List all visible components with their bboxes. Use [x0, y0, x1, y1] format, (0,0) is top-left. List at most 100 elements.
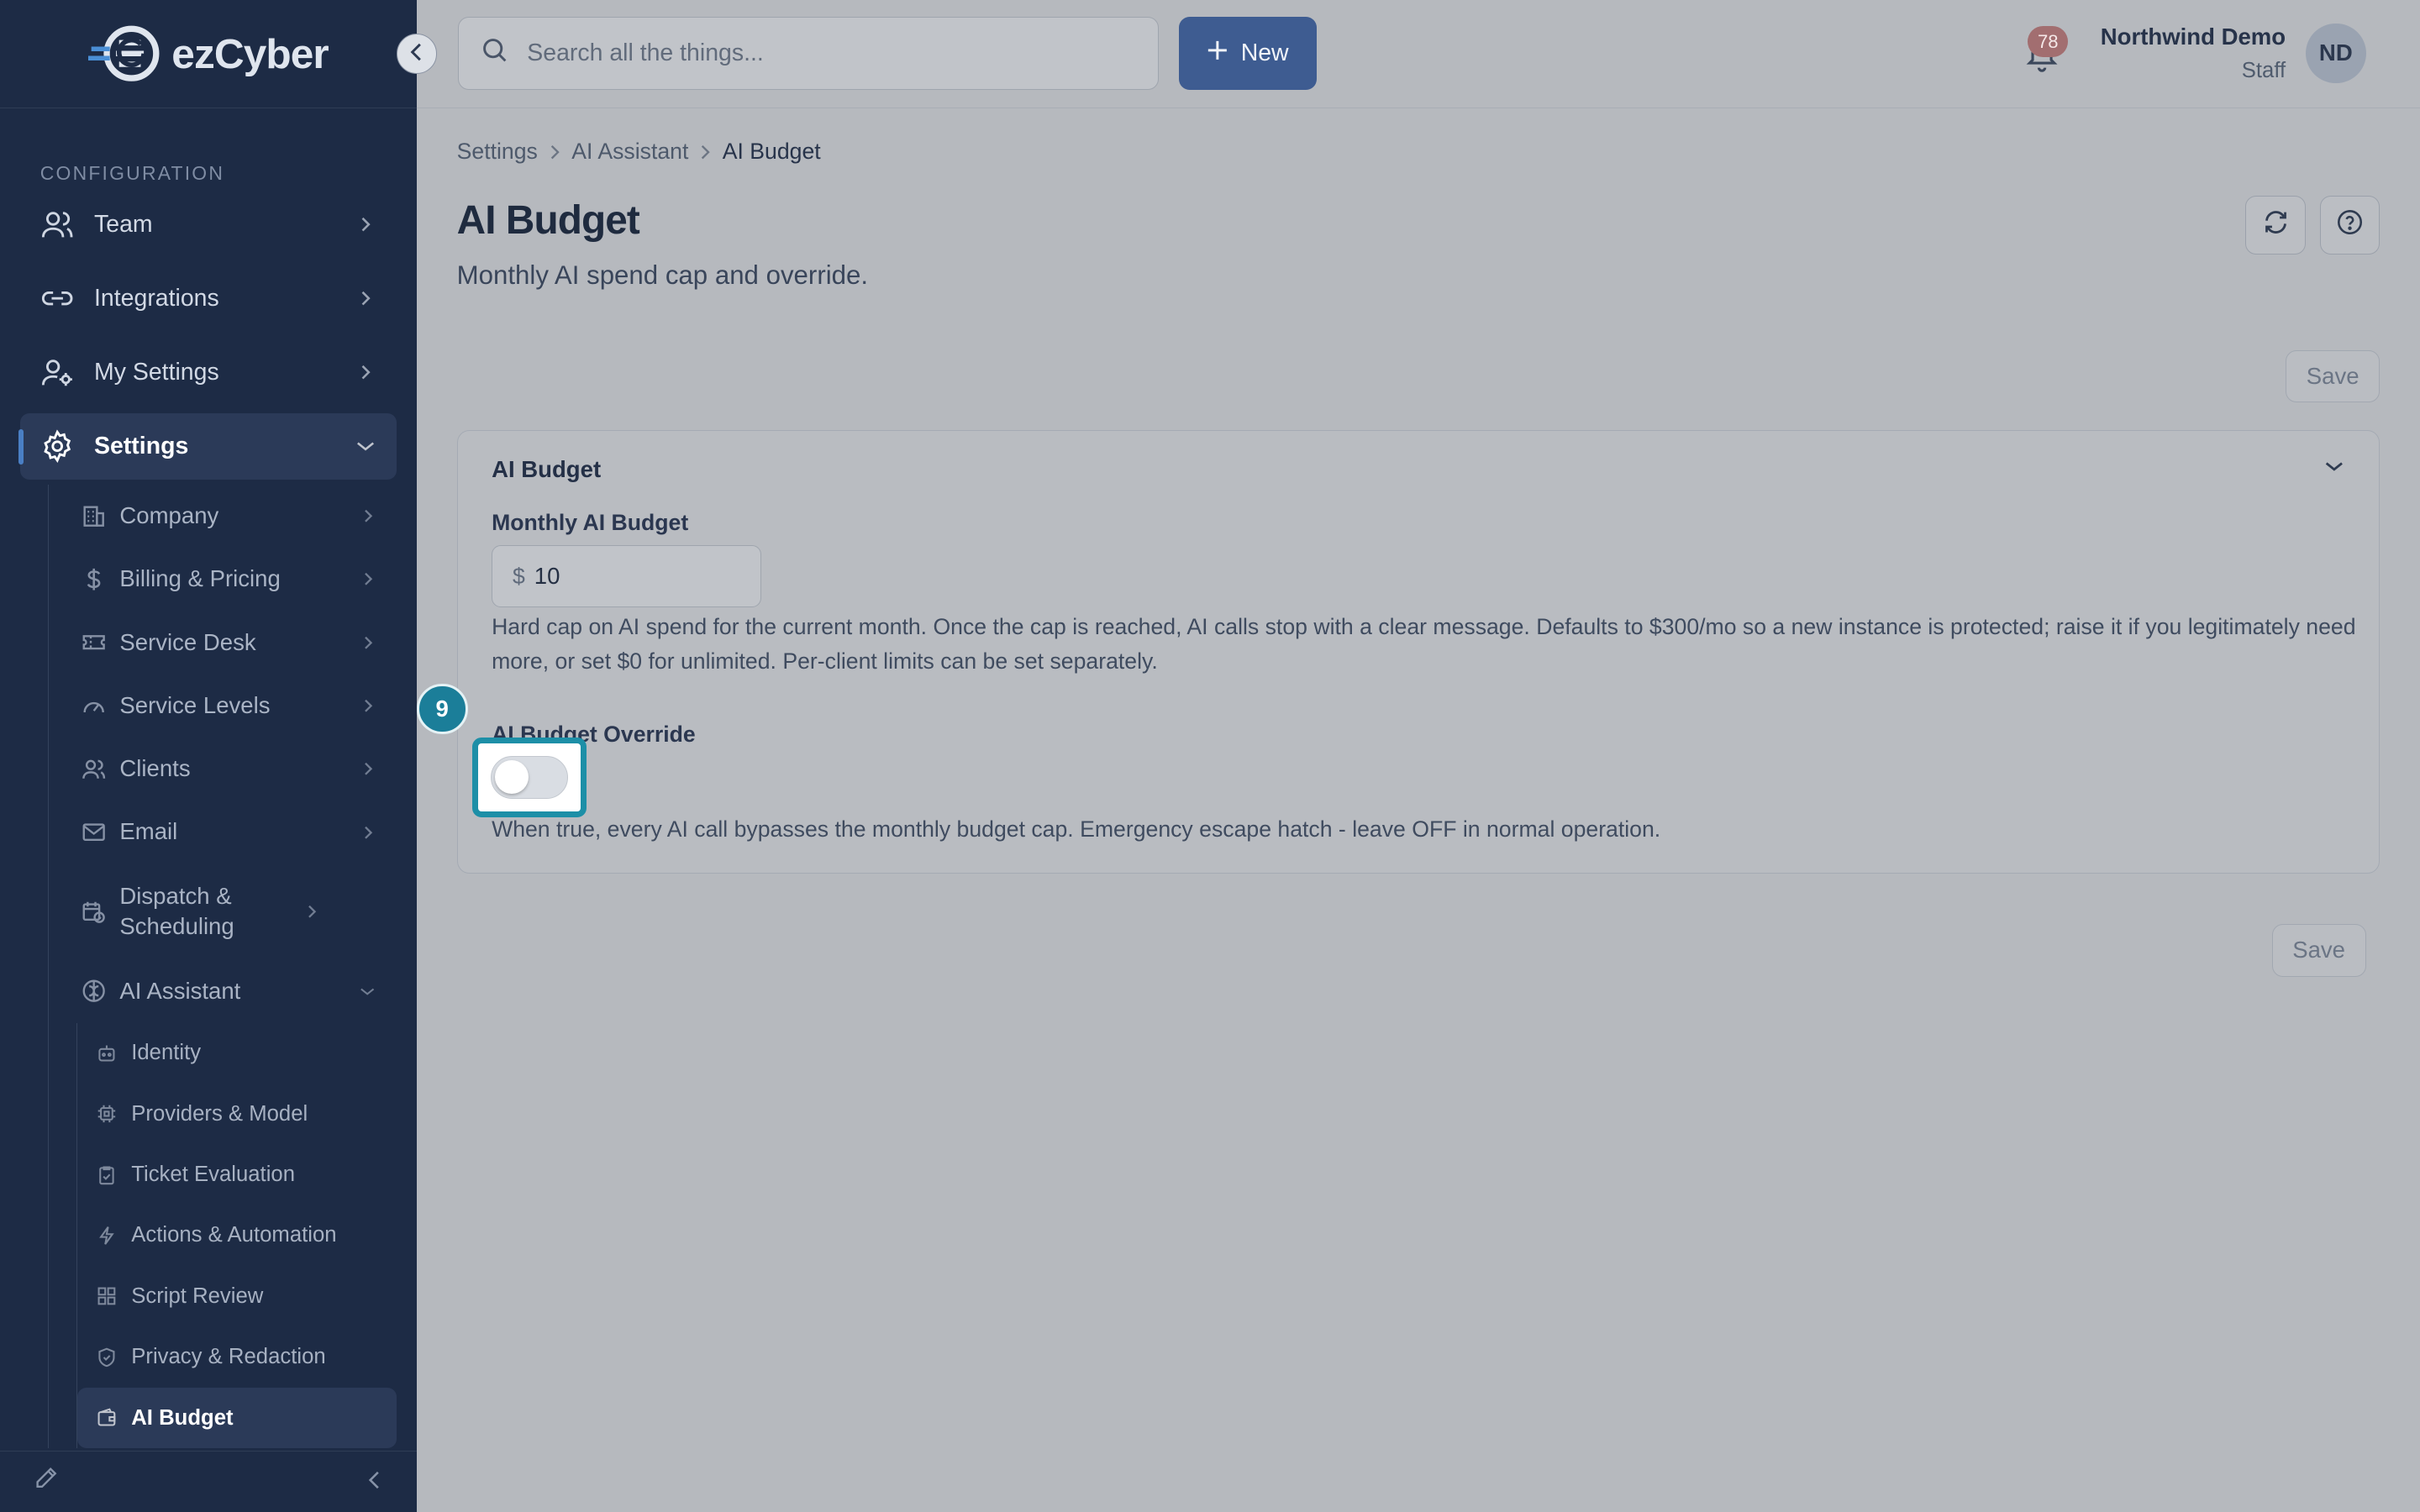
page-title: AI Budget — [456, 198, 640, 244]
search-input[interactable] — [527, 39, 1114, 67]
sidebar-item-label: Providers & Model — [131, 1101, 308, 1126]
chevron-right-icon — [361, 509, 376, 523]
sidebar-collapse-button[interactable] — [397, 34, 437, 75]
breadcrumb-ai-budget: AI Budget — [722, 139, 821, 165]
sidebar-item-identity[interactable]: Identity — [77, 1023, 397, 1084]
sidebar-section-label: CONFIGURATION — [39, 161, 225, 184]
settings-submenu: Company Billing & Pricing Service Desk S… — [47, 484, 397, 1449]
sidebar-item-service-levels[interactable]: Service Levels — [49, 675, 397, 738]
clipboard-check-icon — [96, 1164, 118, 1186]
link-icon — [40, 281, 74, 315]
sidebar-item-service-desk[interactable]: Service Desk — [49, 611, 397, 674]
pencil-icon[interactable] — [34, 1466, 58, 1497]
monthly-budget-label: Monthly AI Budget — [492, 510, 689, 536]
sidebar-item-label: AI Budget — [131, 1405, 234, 1430]
budget-override-toggle-highlight — [472, 737, 587, 818]
chevron-left-icon[interactable] — [367, 1467, 382, 1496]
sidebar-item-billing-pricing[interactable]: Billing & Pricing — [49, 548, 397, 611]
sidebar-item-ai-assistant[interactable]: AI Assistant — [49, 959, 397, 1022]
sidebar-item-label: Ticket Evaluation — [131, 1163, 296, 1187]
gauge-icon — [82, 694, 106, 718]
sidebar-item-ai-budget[interactable]: AI Budget — [76, 1387, 397, 1449]
top-bar: New 78 Northwind Demo Staff ND — [416, 0, 2420, 108]
card-title[interactable]: AI Budget — [492, 456, 601, 483]
sidebar-item-label: Integrations — [94, 284, 219, 312]
sidebar-item-privacy-redaction[interactable]: Privacy & Redaction — [77, 1326, 397, 1387]
breadcrumb: Settings AI Assistant AI Budget — [457, 139, 821, 165]
gear-icon — [40, 429, 74, 464]
sidebar: ezCyber CONFIGURATION Team Integrations … — [0, 0, 417, 1512]
chevron-right-icon — [361, 572, 376, 586]
sidebar-item-integrations[interactable]: Integrations — [20, 265, 397, 332]
chevron-right-icon — [305, 905, 319, 919]
chevron-down-icon — [356, 438, 375, 456]
chevron-right-icon — [356, 215, 375, 234]
logo[interactable]: ezCyber — [0, 0, 417, 108]
sidebar-item-my-settings[interactable]: My Settings — [20, 339, 397, 406]
avatar[interactable]: ND — [2306, 23, 2366, 84]
sidebar-item-label: Dispatch & Scheduling — [119, 882, 234, 940]
sidebar-item-label: Actions & Automation — [131, 1223, 337, 1247]
user-cog-icon — [40, 355, 74, 389]
step-badge: 9 — [416, 683, 468, 735]
search-box[interactable] — [458, 17, 1160, 90]
chevron-right-icon — [699, 144, 712, 160]
notification-badge[interactable]: 78 — [2028, 26, 2069, 57]
sidebar-item-settings[interactable]: Settings — [18, 413, 397, 480]
monthly-budget-input[interactable]: $ 10 — [492, 545, 762, 607]
sidebar-footer — [0, 1450, 417, 1512]
sidebar-item-providers-model[interactable]: Providers & Model — [77, 1084, 397, 1144]
logo-text: ezCyber — [171, 29, 329, 77]
mail-icon — [82, 820, 106, 844]
chevron-right-icon — [356, 364, 375, 382]
help-button[interactable] — [2319, 196, 2381, 255]
sidebar-item-company[interactable]: Company — [49, 485, 397, 548]
grid-icon — [96, 1285, 118, 1307]
logo-mark-icon — [88, 25, 160, 81]
save-button-bottom[interactable]: Save — [2271, 924, 2366, 977]
breadcrumb-settings[interactable]: Settings — [457, 139, 538, 165]
main-content: Settings AI Assistant AI Budget AI Budge… — [416, 108, 2420, 1512]
shield-icon — [96, 1347, 118, 1368]
building-icon — [82, 504, 106, 528]
sidebar-item-team[interactable]: Team — [20, 192, 397, 258]
sidebar-item-email[interactable]: Email — [49, 801, 397, 864]
ai-budget-card: AI Budget Monthly AI Budget $ 10 Hard ca… — [456, 430, 2381, 874]
sidebar-item-actions-automation[interactable]: Actions & Automation — [77, 1205, 397, 1266]
sidebar-nav: Team Integrations My Settings Settings — [18, 192, 397, 488]
wallet-icon — [96, 1407, 118, 1429]
budget-override-help: When true, every AI call bypasses the mo… — [492, 816, 1661, 843]
chevron-right-icon — [361, 762, 376, 776]
monthly-budget-value: 10 — [534, 563, 560, 590]
sidebar-item-ticket-evaluation[interactable]: Ticket Evaluation — [77, 1144, 397, 1205]
sidebar-item-label: Script Review — [131, 1284, 264, 1308]
sidebar-item-label: AI Assistant — [119, 977, 241, 1004]
ticket-icon — [82, 630, 106, 654]
sidebar-item-label: Service Desk — [119, 628, 256, 655]
new-button[interactable]: New — [1179, 17, 1317, 90]
monthly-budget-help: Hard cap on AI spend for the current mon… — [492, 614, 2356, 674]
sidebar-item-label: Service Levels — [119, 691, 271, 718]
sidebar-item-label: My Settings — [94, 359, 219, 386]
breadcrumb-ai-assistant[interactable]: AI Assistant — [571, 139, 688, 165]
users-icon — [82, 757, 106, 781]
chevron-down-icon[interactable] — [2323, 459, 2345, 474]
sidebar-item-script-review[interactable]: Script Review — [77, 1266, 397, 1326]
sidebar-item-dispatch-scheduling[interactable]: Dispatch & Scheduling — [49, 864, 397, 960]
dollar-icon — [82, 567, 106, 591]
refresh-button[interactable] — [2245, 196, 2307, 255]
save-button-top[interactable]: Save — [2286, 349, 2381, 403]
budget-override-toggle[interactable] — [491, 755, 568, 800]
sidebar-item-label: Settings — [94, 433, 189, 460]
sidebar-item-label: Email — [119, 818, 178, 845]
user-name[interactable]: Northwind Demo — [2091, 24, 2286, 50]
sidebar-item-label: Privacy & Redaction — [131, 1345, 326, 1369]
new-button-label: New — [1240, 39, 1289, 66]
help-circle-icon — [2336, 208, 2364, 243]
chevron-right-icon — [361, 826, 376, 840]
sidebar-item-clients[interactable]: Clients — [49, 738, 397, 801]
search-icon — [481, 36, 508, 71]
brain-icon — [82, 979, 106, 1003]
calendar-clock-icon — [82, 900, 106, 924]
sidebar-item-label: Team — [94, 210, 153, 238]
